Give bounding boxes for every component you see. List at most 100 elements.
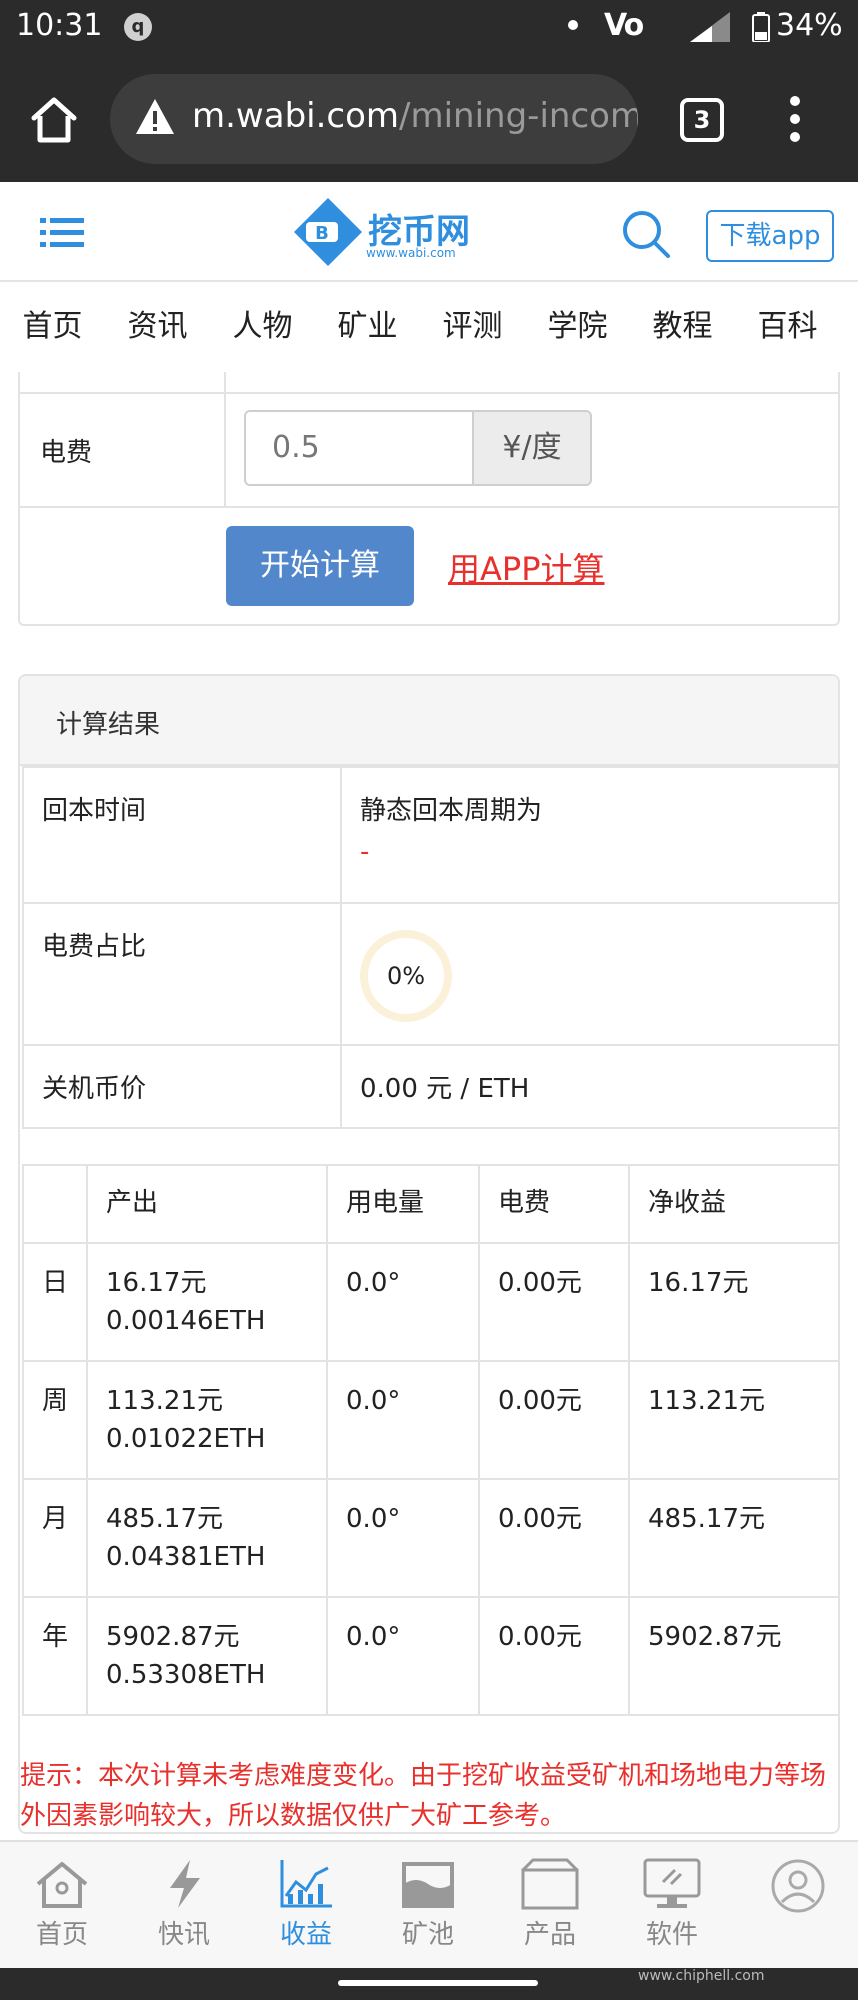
user-icon xyxy=(771,1859,825,1913)
watermark: www.chiphell.com xyxy=(638,1968,765,1984)
tab-label: 软件 xyxy=(645,1920,698,1950)
battery-percent: 34% xyxy=(776,8,843,43)
shutdown-price-value: 0.00 元 / ETH xyxy=(340,1044,838,1129)
output-cny: 113.21元 xyxy=(106,1386,223,1416)
electricity-fee-input[interactable]: 0.5 xyxy=(244,410,472,486)
results-panel: 计算结果 回本时间 静态回本周期为 - 电费占比 0% 关机币价 0.00 元 … xyxy=(18,674,840,1834)
url-text[interactable]: m.wabi.com/mining-incom xyxy=(192,96,638,136)
address-bar[interactable]: m.wabi.com/mining-incom xyxy=(110,74,638,164)
menu-icon[interactable] xyxy=(40,216,84,250)
power-cell: 0.0° xyxy=(326,1478,481,1598)
status-bar: 10:31 q Vo 34% xyxy=(0,0,858,54)
column-header-net: 净收益 xyxy=(628,1164,838,1244)
period-cell: 月 xyxy=(21,1478,89,1598)
home-icon xyxy=(36,1862,88,1908)
column-header-fee: 电费 xyxy=(478,1164,631,1244)
table-row: 回本时间 静态回本周期为 - xyxy=(22,766,838,904)
home-icon[interactable] xyxy=(28,94,80,146)
url-host: m.wabi.com xyxy=(192,96,400,136)
output-cell: 5902.87元 0.53308ETH xyxy=(86,1596,329,1716)
battery-icon xyxy=(752,12,770,42)
table-row: 月 485.17元 0.04381ETH 0.0° 0.00元 485.17元 xyxy=(21,1478,838,1598)
box-icon xyxy=(521,1858,579,1910)
tab-flash-news[interactable]: 快讯 xyxy=(134,1852,234,1962)
tab-label: 矿池 xyxy=(401,1920,454,1950)
tab-income[interactable]: 收益 xyxy=(256,1852,356,1962)
power-cell: 0.0° xyxy=(326,1360,481,1480)
site-logo[interactable]: B 挖币网 www.wabi.com xyxy=(292,196,492,268)
nav-item-tutorials[interactable]: 教程 xyxy=(630,284,735,370)
table-row: 日 16.17元 0.00146ETH 0.0° 0.00元 16.17元 xyxy=(21,1242,838,1362)
disclaimer-notice: 提示：本次计算未考虑难度变化。由于挖矿收益受矿机和场地电力等场外因素影响较大，所… xyxy=(20,1761,827,1831)
tab-software[interactable]: 软件 xyxy=(622,1852,722,1962)
nav-item-home[interactable]: 首页 xyxy=(0,284,105,370)
tab-switcher-button[interactable]: 3 xyxy=(680,98,724,142)
calculator-form: 电费 0.5 ¥/度 开始计算 用APP计算 xyxy=(18,372,840,626)
output-eth: 0.53308ETH xyxy=(106,1660,266,1690)
period-cell: 日 xyxy=(21,1242,89,1362)
fee-ratio-ring: 0% xyxy=(360,930,452,1022)
payback-label: 回本时间 xyxy=(22,766,342,904)
period-cell: 周 xyxy=(21,1360,89,1480)
lightning-icon xyxy=(170,1860,200,1908)
divider xyxy=(224,372,226,392)
table-row: 电费占比 0% xyxy=(22,902,838,1046)
tab-profile[interactable] xyxy=(748,1852,848,1962)
period-cell: 年 xyxy=(21,1596,89,1716)
nav-item-mining[interactable]: 矿业 xyxy=(315,284,420,370)
start-calculate-button[interactable]: 开始计算 xyxy=(226,526,414,606)
table-row: 关机币价 0.00 元 / ETH xyxy=(22,1044,838,1129)
results-heading: 计算结果 xyxy=(20,676,838,766)
app-calculate-link[interactable]: 用APP计算 xyxy=(448,544,605,590)
tab-mining-pool[interactable]: 矿池 xyxy=(378,1852,478,1962)
shutdown-price-label: 关机币价 xyxy=(22,1044,342,1129)
divider xyxy=(224,392,226,506)
monitor-icon xyxy=(643,1858,701,1908)
tab-home[interactable]: 首页 xyxy=(12,1852,112,1962)
search-icon[interactable] xyxy=(620,208,672,260)
pool-icon xyxy=(402,1862,454,1908)
volte-icon: Vo xyxy=(604,8,644,43)
fee-cell: 0.00元 xyxy=(478,1478,631,1598)
power-cell: 0.0° xyxy=(326,1242,481,1362)
divider xyxy=(20,506,838,508)
tab-label: 收益 xyxy=(279,1920,332,1950)
download-app-button[interactable]: 下载app xyxy=(706,210,834,262)
home-gesture-handle[interactable] xyxy=(338,1980,538,1986)
tab-label: 产品 xyxy=(523,1920,576,1950)
table-row: 周 113.21元 0.01022ETH 0.0° 0.00元 113.21元 xyxy=(21,1360,838,1480)
electricity-fee-unit: ¥/度 xyxy=(472,410,592,486)
output-cny: 5902.87元 xyxy=(106,1622,240,1652)
more-options-icon[interactable] xyxy=(788,96,802,146)
output-eth: 0.04381ETH xyxy=(106,1542,266,1572)
output-cell: 16.17元 0.00146ETH xyxy=(86,1242,329,1362)
tab-products[interactable]: 产品 xyxy=(500,1852,600,1962)
nav-item-people[interactable]: 人物 xyxy=(210,284,315,370)
fee-cell: 0.00元 xyxy=(478,1360,631,1480)
status-time: 10:31 xyxy=(16,8,103,43)
output-eth: 0.00146ETH xyxy=(106,1306,266,1336)
table-row: 年 5902.87元 0.53308ETH 0.0° 0.00元 5902.87元 xyxy=(21,1596,838,1716)
nav-item-reviews[interactable]: 评测 xyxy=(420,284,525,370)
power-cell: 0.0° xyxy=(326,1596,481,1716)
nav-item-academy[interactable]: 学院 xyxy=(525,284,630,370)
summary-table: 回本时间 静态回本周期为 - 电费占比 0% 关机币价 0.00 元 / ETH xyxy=(22,766,838,1129)
net-cell: 16.17元 xyxy=(628,1242,838,1362)
warning-icon[interactable] xyxy=(134,96,176,138)
site-header: B 挖币网 www.wabi.com 下载app xyxy=(0,182,858,282)
electricity-fee-label: 电费 xyxy=(40,438,93,468)
output-eth: 0.01022ETH xyxy=(106,1424,266,1454)
column-header-power: 用电量 xyxy=(326,1164,481,1244)
main-nav: 首页 资讯 人物 矿业 评测 学院 教程 百科 xyxy=(0,284,858,370)
divider xyxy=(20,392,838,394)
url-path: /mining-incom xyxy=(399,96,638,136)
svg-text:B: B xyxy=(315,223,329,244)
nav-item-wiki[interactable]: 百科 xyxy=(735,284,840,370)
results-title: 计算结果 xyxy=(56,710,161,740)
nav-item-news[interactable]: 资讯 xyxy=(105,284,210,370)
tab-label: 首页 xyxy=(35,1920,88,1950)
fee-ratio-value: 0% xyxy=(386,962,426,990)
payback-cell: 静态回本周期为 - xyxy=(340,766,838,904)
column-header-output: 产出 xyxy=(86,1164,329,1244)
fee-cell: 0.00元 xyxy=(478,1596,631,1716)
